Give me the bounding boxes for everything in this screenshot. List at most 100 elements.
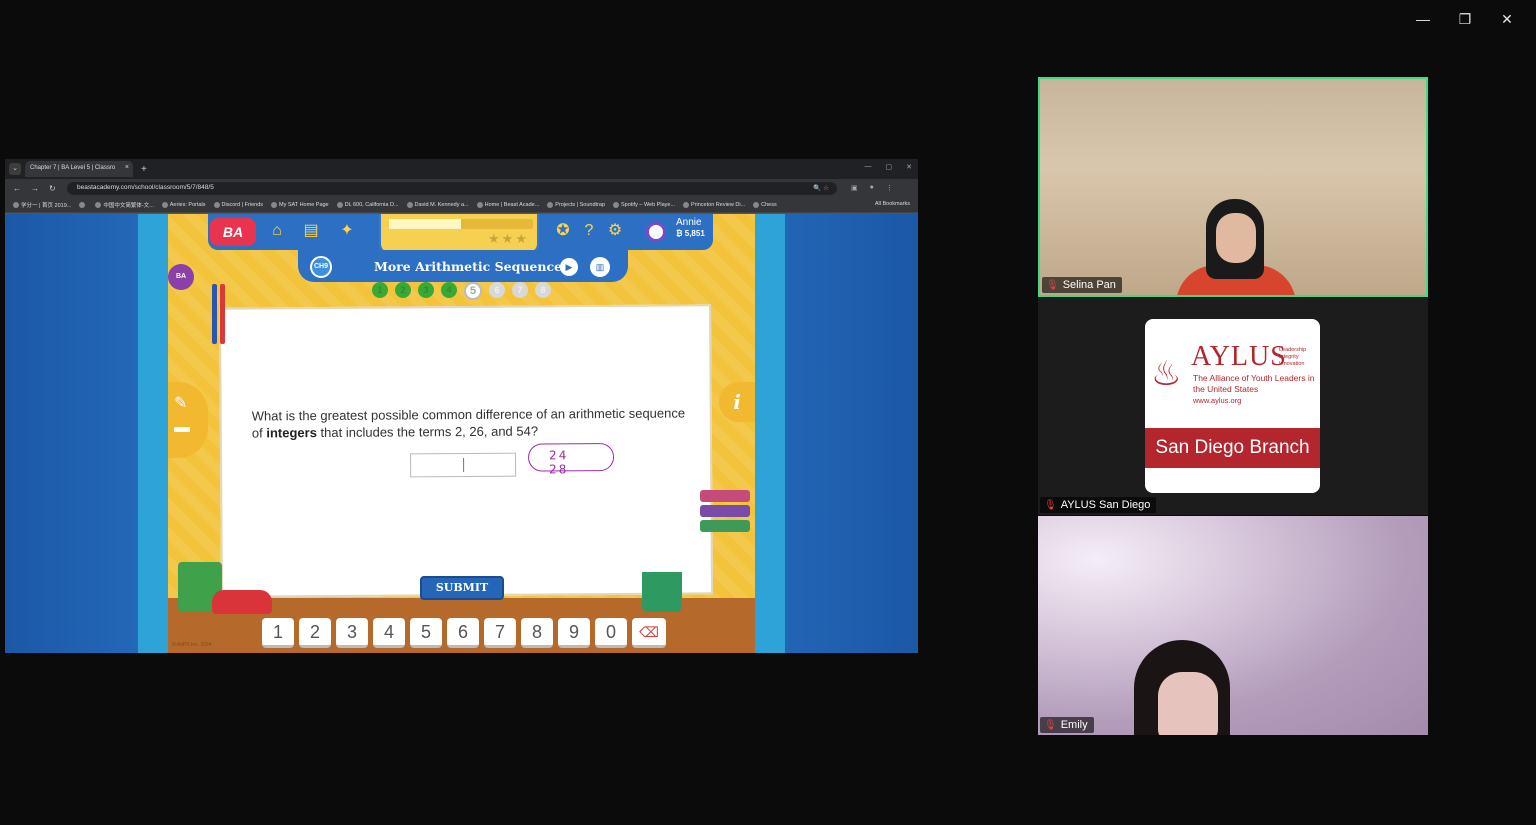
keypad-key[interactable]: 7 xyxy=(484,618,516,648)
keypad-key[interactable]: 9 xyxy=(558,618,590,648)
backspace-icon[interactable]: ⌫ xyxy=(632,618,666,648)
keypad-key[interactable]: 8 xyxy=(521,618,553,648)
browser-tab[interactable]: Chapter 7 | BA Level 5 | Classro × xyxy=(25,161,133,177)
torch-icon: ♨ xyxy=(1151,355,1182,393)
restore-button[interactable]: ❐ xyxy=(1444,8,1486,30)
minimize-button[interactable]: — xyxy=(1402,8,1444,30)
progress-bar xyxy=(389,219,533,229)
bookmark-item[interactable]: Projects | Soundtrap xyxy=(547,201,605,208)
help-icon[interactable]: ? xyxy=(578,220,600,242)
bookmark-item[interactable]: My SAT Home Page xyxy=(271,201,329,208)
keypad-key[interactable]: 2 xyxy=(299,618,331,648)
problem-step[interactable]: 5 xyxy=(464,282,482,300)
zoom-window-controls: — ❐ ✕ xyxy=(1402,8,1528,30)
eraser-icon[interactable]: ▬ xyxy=(174,416,202,440)
bookmark-item[interactable]: Spotify – Web Playe... xyxy=(613,201,675,208)
forward-icon[interactable]: → xyxy=(31,184,41,193)
keypad-key[interactable]: 3 xyxy=(336,618,368,648)
extensions-icon[interactable]: ▣ xyxy=(851,184,858,192)
problem-step[interactable]: 3 xyxy=(418,282,434,298)
bookmark-item[interactable]: 中国中文简繁体-文... xyxy=(95,201,154,209)
chapter-badge[interactable]: CH9 xyxy=(310,256,332,278)
book-icon[interactable]: ▤ xyxy=(300,220,322,242)
ba-logo[interactable]: BA xyxy=(210,218,256,246)
bookmark-favicon-icon xyxy=(613,201,620,208)
participant-video xyxy=(1176,195,1296,295)
participant-tile-emily[interactable]: 🎙 Emily xyxy=(1038,516,1428,735)
home-icon[interactable]: ⌂ xyxy=(266,220,288,242)
play-video-icon[interactable]: ▶ xyxy=(560,258,578,276)
bookmark-label: David M. Kennedy a... xyxy=(414,201,469,208)
bookmark-item[interactable]: Home | Beast Acade... xyxy=(476,201,540,208)
question-text-2: that includes the terms 2, 26, and 54? xyxy=(316,423,539,441)
tab-close-icon[interactable]: × xyxy=(125,164,129,171)
settings-gear-icon[interactable]: ⚙ xyxy=(604,220,626,242)
award-icon[interactable]: ✪ xyxy=(552,220,574,242)
keypad-key[interactable]: 1 xyxy=(262,618,294,648)
info-button[interactable]: i xyxy=(719,382,755,422)
shared-screen: ⌄ Chapter 7 | BA Level 5 | Classro × + —… xyxy=(5,159,918,653)
bookmark-favicon-icon xyxy=(683,201,690,208)
bookmark-favicon-icon xyxy=(13,201,19,208)
bookmark-favicon-icon xyxy=(271,201,277,208)
problem-step[interactable]: 8 xyxy=(535,282,551,298)
aylus-logo-card: ♨ AYLUS Leadership Integrity Innovation … xyxy=(1145,319,1320,493)
problem-step[interactable]: 4 xyxy=(441,282,457,298)
answer-input[interactable] xyxy=(410,452,517,478)
new-tab-button[interactable]: + xyxy=(141,164,147,175)
user-info[interactable]: Annie ₿ 5,851 xyxy=(676,217,705,239)
bookmark-item[interactable] xyxy=(79,201,87,208)
bookmark-favicon-icon xyxy=(547,201,554,208)
user-avatar[interactable] xyxy=(646,222,666,242)
bookmark-star-icon[interactable]: 🔍 ☆ xyxy=(813,184,829,192)
keypad-key[interactable]: 5 xyxy=(410,618,442,648)
browser-close-icon[interactable]: ✕ xyxy=(906,163,912,171)
keypad-key[interactable]: 4 xyxy=(373,618,405,648)
participant-name-tag: 🎙 Emily xyxy=(1040,717,1094,733)
participant-tile-aylus[interactable]: ♨ AYLUS Leadership Integrity Innovation … xyxy=(1038,298,1428,515)
menu-icon[interactable]: ⋮ xyxy=(886,184,893,192)
tab-search-icon[interactable]: ⌄ xyxy=(9,163,21,175)
problem-step[interactable]: 1 xyxy=(372,282,388,298)
bookmark-label: Aeries: Portals xyxy=(169,201,206,208)
browser-restore-icon[interactable]: ▢ xyxy=(886,163,893,171)
participant-name: Selina Pan xyxy=(1062,279,1116,291)
bookmark-item[interactable]: Discord | Friends xyxy=(213,201,263,208)
bookmark-favicon-icon xyxy=(161,201,168,208)
address-bar[interactable]: beastacademy.com/school/classroom/5/7/84… xyxy=(67,181,837,195)
problem-step[interactable]: 6 xyxy=(489,282,505,298)
problem-steps: 12345678 xyxy=(372,282,551,300)
bookmark-item[interactable]: Princeton Review Di... xyxy=(683,201,745,208)
keypad-key[interactable]: 6 xyxy=(447,618,479,648)
left-stripe xyxy=(138,214,168,653)
bookmark-item[interactable]: Aeries: Portals xyxy=(161,201,206,208)
bookmark-label: Home | Beast Acade... xyxy=(484,201,540,208)
bookmark-item[interactable]: Chess xyxy=(753,201,777,208)
mic-muted-icon: 🎙 xyxy=(1046,279,1059,291)
participant-name-tag: 🎙 AYLUS San Diego xyxy=(1040,497,1157,513)
pencil-icon[interactable]: ✎ xyxy=(174,392,202,416)
handwritten-annotation: 24 28 xyxy=(527,442,615,476)
browser-minimize-icon[interactable]: — xyxy=(865,163,872,171)
problem-step[interactable]: 2 xyxy=(395,282,411,298)
aylus-subtitle: The Alliance of Youth Leaders in the Uni… xyxy=(1193,373,1315,394)
profile-icon[interactable]: ● xyxy=(870,184,874,192)
bookmark-item[interactable]: 学分一 | 首页 2019... xyxy=(13,201,71,209)
motto-line: Leadership xyxy=(1279,347,1307,353)
problem-step[interactable]: 7 xyxy=(512,282,528,298)
puzzle-icon[interactable]: ✦ xyxy=(336,220,358,242)
submit-button[interactable]: SUBMIT xyxy=(420,576,504,600)
bookmark-item[interactable]: DL 600, California D... xyxy=(336,201,399,208)
close-button[interactable]: ✕ xyxy=(1486,8,1528,30)
keypad-key[interactable]: 0 xyxy=(595,618,627,648)
bookmark-item[interactable]: David M. Kennedy a... xyxy=(406,201,469,208)
back-icon[interactable]: ← xyxy=(13,184,23,193)
all-bookmarks[interactable]: All Bookmarks xyxy=(875,201,910,207)
bookmark-label: 学分一 | 首页 2019... xyxy=(21,202,72,209)
guide-book-icon[interactable]: ▥ xyxy=(590,257,610,277)
bookmark-label: DL 600, California D... xyxy=(344,201,399,208)
game-board: BA ⌂ ▤ ✦ ★★★ ✪ ? ⚙ Annie ₿ 5,851 CH9 Mor… xyxy=(168,214,755,653)
user-name: Annie xyxy=(676,217,702,228)
participant-tile-selina[interactable]: 🎙 Selina Pan xyxy=(1038,77,1428,297)
reload-icon[interactable]: ↻ xyxy=(49,184,59,193)
